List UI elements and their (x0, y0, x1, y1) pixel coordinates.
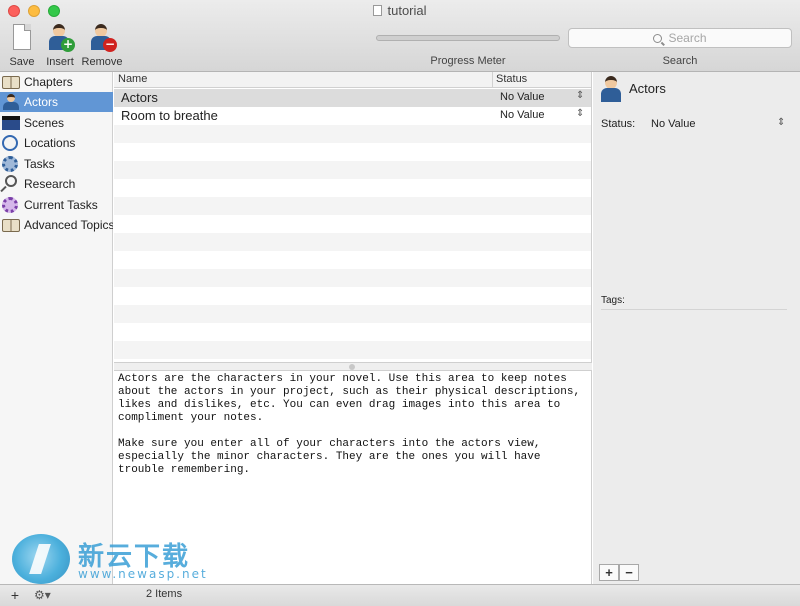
row-name: Room to breathe (121, 108, 218, 123)
sidebar-item-advanced-topics[interactable]: Advanced Topics (0, 215, 113, 235)
watermark-logo-icon (12, 534, 70, 584)
empty-row (114, 251, 591, 269)
sidebar-item-chapters[interactable]: Chapters (0, 72, 113, 92)
sidebar-item-tasks[interactable]: Tasks (0, 154, 113, 174)
gear-menu-button[interactable]: ⚙▾ (34, 587, 58, 603)
empty-row (114, 287, 591, 305)
status-label: Status: (601, 118, 636, 130)
search-input[interactable]: Search (568, 28, 792, 48)
book-icon (2, 76, 20, 89)
row-status[interactable]: No Value (500, 109, 544, 121)
sidebar-item-label: Scenes (24, 116, 65, 130)
document-icon (373, 5, 383, 16)
row-name: Actors (121, 90, 158, 105)
plus-badge-icon: + (61, 37, 75, 52)
person-icon (2, 94, 20, 110)
add-button[interactable]: + (6, 587, 24, 603)
chevron-updown-icon[interactable]: ⇕ (576, 90, 584, 101)
search-label: Search (662, 55, 698, 67)
inspector-panel: Actors Status: No Value ⇕ Tags: + − (593, 72, 800, 584)
table-row[interactable]: Room to breathe No Value ⇕ (114, 107, 591, 125)
clapperboard-icon (2, 116, 20, 130)
sidebar-item-current-tasks[interactable]: Current Tasks (0, 195, 113, 215)
chevron-updown-icon[interactable]: ⇕ (777, 117, 785, 128)
remove-label: Remove (81, 56, 123, 68)
sidebar-item-locations[interactable]: Locations (0, 133, 113, 153)
table-row[interactable]: Actors No Value ⇕ (114, 89, 591, 107)
gear-icon (2, 197, 18, 213)
window-toolbar: tutorial Save + Insert − Remove Progress… (0, 0, 800, 72)
empty-row (114, 179, 591, 197)
sidebar-item-actors[interactable]: Actors (0, 92, 113, 112)
search-placeholder: Search (668, 31, 707, 45)
sidebar-item-label: Current Tasks (24, 198, 98, 212)
inspector-button-group: + − (599, 564, 639, 581)
sidebar-item-label: Tasks (24, 157, 55, 171)
sidebar: Chapters Actors Scenes Locations Tasks R… (0, 72, 113, 584)
divider-handle-icon[interactable] (349, 364, 355, 370)
watermark-url: www.newasp.net (78, 567, 208, 581)
chevron-updown-icon[interactable]: ⇕ (576, 108, 584, 119)
window-title-text: tutorial (387, 3, 427, 18)
book-icon (2, 219, 20, 232)
actor-person-icon (599, 76, 625, 104)
sidebar-item-research[interactable]: Research (0, 174, 113, 194)
remove-button[interactable]: − Remove (80, 24, 124, 68)
actors-table: Name Status Actors No Value ⇕ Room to br… (114, 72, 592, 362)
empty-row (114, 341, 591, 359)
empty-row (114, 323, 591, 341)
sidebar-item-scenes[interactable]: Scenes (0, 113, 113, 133)
save-document-icon (13, 24, 31, 50)
empty-row (114, 233, 591, 251)
search-icon (653, 34, 663, 43)
table-header: Name Status (114, 72, 591, 88)
empty-row (114, 161, 591, 179)
sidebar-item-label: Locations (24, 136, 76, 150)
magnifier-icon (5, 175, 17, 187)
window-title: tutorial (0, 3, 800, 18)
inspector-title: Actors (629, 81, 666, 96)
progress-meter-label: Progress Meter (430, 55, 506, 67)
empty-row (114, 269, 591, 287)
split-view-divider[interactable] (114, 362, 592, 371)
add-item-button[interactable]: + (599, 564, 619, 581)
empty-row (114, 125, 591, 143)
empty-row (114, 305, 591, 323)
insert-label: Insert (46, 56, 74, 68)
item-count: 2 Items (146, 588, 183, 600)
insert-button[interactable]: + Insert (38, 24, 82, 68)
bottom-bar: + ⚙▾ 2 Items (0, 584, 800, 606)
progress-meter (376, 35, 560, 41)
compass-icon (2, 135, 18, 151)
tags-field[interactable] (601, 309, 787, 310)
empty-row (114, 197, 591, 215)
status-select[interactable]: No Value (651, 118, 695, 130)
column-header-name[interactable]: Name (118, 73, 147, 85)
sidebar-item-label: Chapters (24, 75, 73, 89)
empty-row (114, 215, 591, 233)
watermark: 新云下载 www.newasp.net (12, 534, 222, 584)
gear-icon (2, 156, 18, 172)
column-header-status[interactable]: Status (492, 72, 527, 88)
empty-row (114, 143, 591, 161)
sidebar-item-label: Research (24, 177, 76, 191)
row-status[interactable]: No Value (500, 91, 544, 103)
sidebar-item-label: Advanced Topics (24, 218, 113, 232)
remove-item-button[interactable]: − (619, 564, 639, 581)
sidebar-item-label: Actors (24, 95, 59, 109)
tags-label: Tags: (601, 295, 625, 306)
minus-badge-icon: − (103, 37, 117, 52)
